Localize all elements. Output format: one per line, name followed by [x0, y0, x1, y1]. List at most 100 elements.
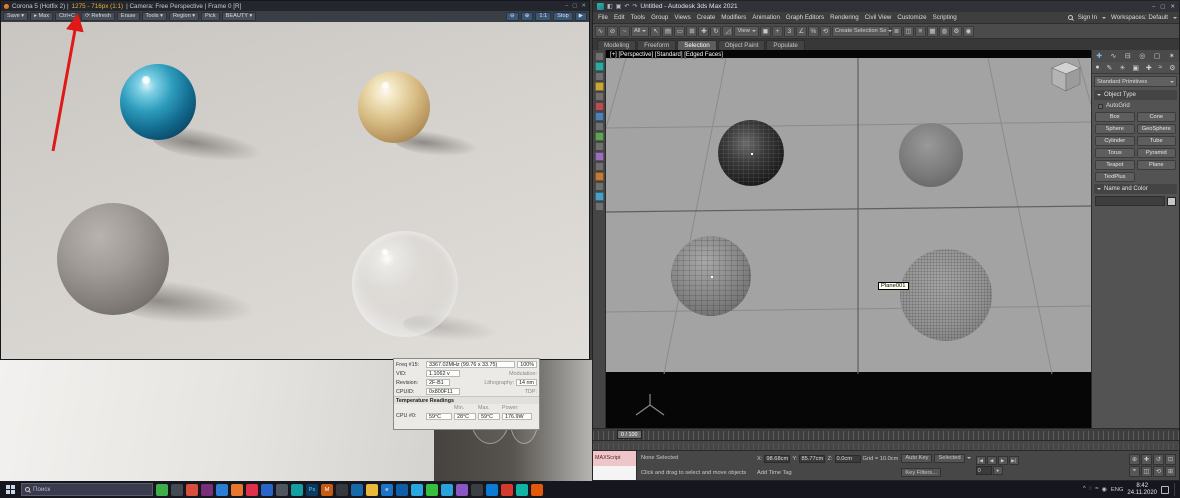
whatsapp-icon[interactable] — [426, 484, 438, 496]
pan-icon[interactable]: ✚ — [1141, 454, 1152, 465]
cone-button[interactable]: Cone — [1137, 112, 1177, 122]
tab-selection[interactable]: Selection — [677, 40, 716, 50]
menu-rendering[interactable]: Rendering — [827, 14, 862, 21]
unlink-selection-icon[interactable]: ⊘ — [607, 26, 618, 37]
taskbar-app-icon[interactable] — [456, 484, 468, 496]
max-button[interactable]: ▸ Max — [30, 12, 53, 21]
side-icon[interactable] — [595, 92, 604, 101]
taskbar-app-icon[interactable] — [471, 484, 483, 496]
perspective-viewport[interactable]: [+] [Perspective] [Standard] [Edged Face… — [606, 50, 1091, 428]
maxscript-pink-row[interactable]: MAXScript — [593, 451, 636, 466]
menu-animation[interactable]: Animation — [749, 14, 783, 21]
taskbar-app-icon[interactable] — [351, 484, 363, 496]
taskbar-app-icon[interactable] — [156, 484, 168, 496]
side-icon[interactable] — [595, 172, 604, 181]
menu-graph-editors[interactable]: Graph Editors — [783, 14, 827, 21]
named-selection-set-field[interactable]: Create Selection Se — [832, 26, 890, 37]
maximize-icon[interactable]: ▢ — [572, 3, 577, 9]
sign-in-button[interactable]: Sign In — [1078, 14, 1097, 21]
action-center-icon[interactable] — [1161, 486, 1169, 494]
time-slider-handle[interactable]: 0 / 100 — [617, 430, 642, 439]
taskbar-app-icon[interactable] — [186, 484, 198, 496]
workspaces-select[interactable]: Workspaces: Default — [1111, 14, 1168, 21]
side-icon[interactable] — [595, 202, 604, 211]
helpers-icon[interactable]: ✚ — [1146, 64, 1152, 72]
percent-snap-icon[interactable]: % — [808, 26, 819, 37]
auto-key-button[interactable]: Auto Key — [901, 454, 932, 463]
zoom-extents-icon[interactable]: ⌖ — [1129, 466, 1140, 477]
orbit-icon[interactable]: ↺ — [1153, 454, 1164, 465]
menu-tools[interactable]: Tools — [628, 14, 648, 21]
object-color-swatch[interactable] — [1167, 197, 1176, 206]
taskbar-app-icon[interactable] — [261, 484, 273, 496]
taskbar-app-icon[interactable] — [501, 484, 513, 496]
create-tab-icon[interactable]: ✚ — [1096, 52, 1102, 60]
render-button[interactable]: ▶ — [575, 12, 587, 21]
erase-button[interactable]: Erase — [117, 12, 140, 21]
lights-icon[interactable]: ☀ — [1119, 64, 1125, 72]
rectangular-region-icon[interactable]: ▭ — [674, 26, 685, 37]
telegram-icon[interactable] — [411, 484, 423, 496]
menu-views[interactable]: Views — [671, 14, 693, 21]
zoom-actual-icon[interactable]: 1:1 — [535, 12, 551, 21]
torus-button[interactable]: Torus — [1095, 148, 1135, 158]
menu-group[interactable]: Group — [648, 14, 671, 21]
tube-button[interactable]: Tube — [1137, 136, 1177, 146]
tray-icon[interactable]: ◌ — [1089, 486, 1093, 493]
corona-titlebar[interactable]: Corona 5 (Hotfix 2) | 1275 - 716px (1:1)… — [1, 1, 589, 11]
stop-button[interactable]: Stop — [553, 12, 573, 21]
select-manipulate-icon[interactable]: + — [772, 26, 783, 37]
spacewarps-icon[interactable]: ≈ — [1159, 64, 1163, 71]
copy-button[interactable]: Ctrl+C — [55, 12, 79, 21]
selection-set-dropdown[interactable]: Selected — [934, 454, 964, 463]
side-icon[interactable] — [595, 62, 604, 71]
viewport-sphere-shaded-wireframe[interactable] — [671, 236, 751, 316]
taskbar-app-icon[interactable] — [531, 484, 543, 496]
tab-populate[interactable]: Populate — [766, 40, 804, 50]
snaps-toggle-icon[interactable]: 3 — [784, 26, 795, 37]
folder-icon[interactable] — [366, 484, 378, 496]
taskbar-app-icon[interactable] — [231, 484, 243, 496]
maximize-icon[interactable]: ▢ — [1160, 4, 1165, 10]
select-and-link-icon[interactable]: ∿ — [595, 26, 606, 37]
play-button[interactable]: ▶ — [998, 456, 1008, 465]
taskbar-app-icon[interactable] — [516, 484, 528, 496]
textplus-button[interactable]: TextPlus — [1095, 172, 1135, 182]
cameras-icon[interactable]: ▣ — [1132, 64, 1139, 72]
shapes-icon[interactable]: ✎ — [1107, 64, 1113, 72]
bind-to-spacewarp-icon[interactable]: ~ — [619, 26, 630, 37]
box-button[interactable]: Box — [1095, 112, 1135, 122]
volume-icon[interactable]: ◉ — [1102, 486, 1107, 493]
tools-button[interactable]: Tools ▾ — [142, 12, 167, 21]
side-icon[interactable] — [595, 192, 604, 201]
key-filters-button[interactable]: Key Filters... — [901, 468, 941, 477]
network-icon[interactable]: ≈ — [1095, 486, 1098, 493]
pick-button[interactable]: Pick — [201, 12, 220, 21]
save-file-icon[interactable]: ▣ — [616, 3, 622, 10]
select-object-icon[interactable]: ↖ — [650, 26, 661, 37]
undo-icon[interactable]: ↶ — [624, 3, 629, 10]
start-button[interactable] — [3, 483, 18, 496]
add-time-tag[interactable]: Add Time Tag — [757, 470, 792, 476]
geometry-icon[interactable]: ● — [1095, 64, 1099, 71]
utilities-tab-icon[interactable]: ✶ — [1169, 52, 1175, 60]
taskbar-app-icon[interactable] — [486, 484, 498, 496]
material-editor-icon[interactable]: ◍ — [939, 26, 950, 37]
side-icon[interactable] — [595, 82, 604, 91]
taskbar-app-icon[interactable] — [246, 484, 258, 496]
object-name-field[interactable] — [1095, 196, 1165, 206]
modify-tab-icon[interactable]: ∿ — [1111, 52, 1117, 60]
side-icon[interactable] — [595, 182, 604, 191]
side-icon[interactable] — [595, 162, 604, 171]
viewport-layout-icon[interactable]: ⊞ — [1165, 466, 1176, 477]
viewport-sphere-smooth[interactable] — [899, 123, 963, 187]
menu-edit[interactable]: Edit — [611, 14, 628, 21]
edge-icon[interactable]: e — [381, 484, 393, 496]
z-coordinate-field[interactable]: 0.0cm — [835, 455, 861, 463]
key-mode-toggle[interactable]: ● — [993, 466, 1003, 475]
tab-modeling[interactable]: Modeling — [597, 40, 636, 50]
sphere-button[interactable]: Sphere — [1095, 124, 1135, 134]
current-frame-field[interactable]: 0 — [976, 466, 992, 475]
side-icon[interactable] — [595, 102, 604, 111]
project-folder-icon[interactable]: ◧ — [607, 3, 613, 10]
